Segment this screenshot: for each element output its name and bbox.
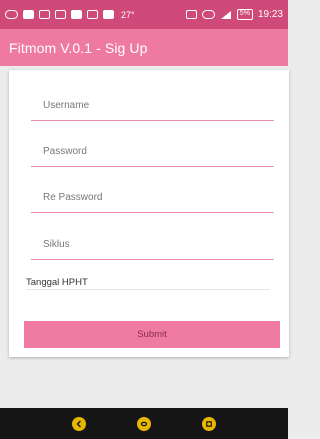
back-button[interactable] bbox=[71, 416, 86, 431]
password-input[interactable] bbox=[31, 137, 274, 166]
status-time: 19:23 bbox=[257, 9, 283, 20]
mail-icon bbox=[55, 10, 66, 19]
status-icons-left: 27° bbox=[5, 10, 135, 20]
image-icon bbox=[87, 10, 98, 19]
status-icons-right: 5% 19:23 bbox=[185, 9, 283, 20]
signup-form-card bbox=[9, 70, 289, 357]
siklus-input[interactable] bbox=[31, 230, 274, 259]
alarm-icon bbox=[201, 10, 215, 19]
username-field[interactable] bbox=[31, 91, 274, 121]
message-icon bbox=[103, 10, 114, 19]
username-input[interactable] bbox=[31, 91, 274, 120]
repassword-input[interactable] bbox=[31, 183, 274, 212]
lte-signal-icon bbox=[220, 10, 231, 19]
app-title: Fitmom V.0.1 - Sig Up bbox=[9, 39, 148, 56]
navigation-bar bbox=[0, 408, 288, 439]
chat-icon bbox=[5, 10, 18, 19]
home-icon bbox=[140, 421, 148, 426]
status-bar: 27° 5% 19:23 bbox=[0, 0, 288, 29]
hpht-underline bbox=[26, 289, 270, 290]
recents-button[interactable] bbox=[202, 416, 217, 431]
siklus-field[interactable] bbox=[31, 230, 274, 260]
repassword-field[interactable] bbox=[31, 183, 274, 213]
recents-icon bbox=[206, 420, 213, 427]
notification-icon bbox=[23, 10, 34, 19]
submit-button[interactable]: Submit bbox=[24, 321, 280, 348]
app-bar: Fitmom V.0.1 - Sig Up bbox=[0, 29, 288, 66]
back-icon bbox=[76, 420, 81, 427]
temperature-text: 27° bbox=[121, 9, 135, 20]
password-field[interactable] bbox=[31, 137, 274, 167]
vibrate-icon bbox=[185, 10, 197, 19]
battery-level: 5% bbox=[239, 10, 250, 17]
tanggal-hpht-field[interactable]: Tanggal HPHT bbox=[26, 277, 88, 288]
battery-icon: 5% bbox=[236, 9, 253, 20]
video-icon bbox=[71, 10, 82, 19]
home-button[interactable] bbox=[136, 416, 151, 431]
gallery-icon bbox=[39, 10, 50, 19]
